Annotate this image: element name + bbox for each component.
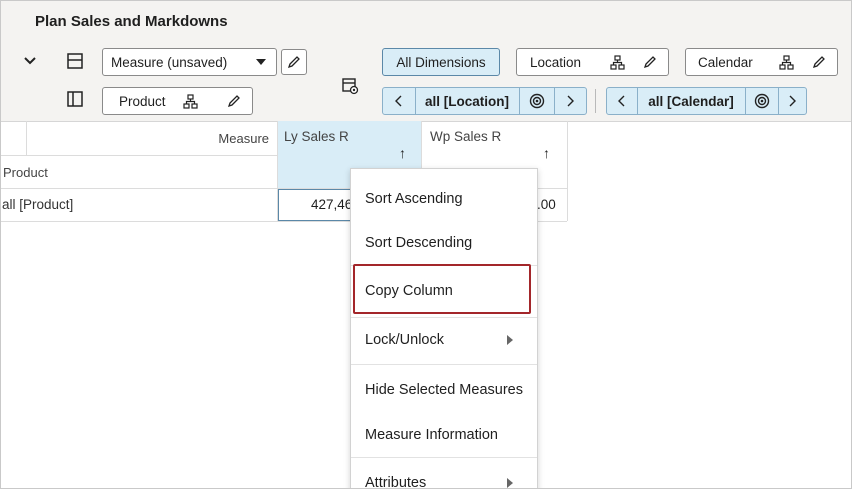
edit-pencil-icon[interactable] bbox=[643, 55, 657, 69]
menu-item-label: Measure Information bbox=[365, 427, 498, 443]
menu-item-label: Hide Selected Measures bbox=[365, 382, 523, 398]
menu-item-label: Lock/Unlock bbox=[365, 332, 444, 348]
calendar-tile-label: Calendar bbox=[698, 54, 753, 70]
pivot-toolbar: Measure (unsaved) Product All Dimensions bbox=[1, 39, 851, 122]
workspace-frame: Plan Sales and Markdowns Measure (unsave… bbox=[0, 0, 852, 489]
column-context-menu: Sort Ascending Sort Descending Copy Colu… bbox=[350, 168, 538, 489]
location-tile-label: Location bbox=[530, 54, 582, 70]
sort-arrow-icon[interactable]: ↑ bbox=[399, 145, 406, 161]
columns-layout-icon[interactable] bbox=[65, 89, 85, 109]
grid-line bbox=[1, 155, 277, 156]
menu-item-attributes[interactable]: Attributes bbox=[351, 463, 537, 489]
chevron-left-icon[interactable] bbox=[383, 88, 416, 114]
sort-arrow-icon[interactable]: ↑ bbox=[543, 145, 550, 161]
hierarchy-icon bbox=[779, 55, 794, 70]
target-icon[interactable] bbox=[519, 88, 555, 114]
menu-separator bbox=[351, 364, 537, 365]
title-bar: Plan Sales and Markdowns bbox=[1, 1, 851, 39]
calendar-navigator: all [Calendar] bbox=[606, 87, 807, 115]
grid-line bbox=[567, 121, 568, 221]
measure-selector-label: Measure (unsaved) bbox=[111, 54, 228, 70]
value-ly-sales: 427,46 bbox=[311, 197, 353, 212]
nav-divider bbox=[595, 89, 596, 113]
calendar-nav-label[interactable]: all [Calendar] bbox=[638, 88, 744, 114]
all-dimensions-label: All Dimensions bbox=[396, 54, 486, 70]
edit-pencil-icon[interactable] bbox=[812, 55, 826, 69]
caret-down-icon bbox=[256, 59, 266, 65]
location-dimension-tile[interactable]: Location bbox=[516, 48, 669, 76]
value-wp-sales[interactable]: .00 bbox=[537, 197, 556, 212]
all-dimensions-button[interactable]: All Dimensions bbox=[382, 48, 500, 76]
measure-axis-label: Measure bbox=[218, 131, 269, 146]
menu-separator bbox=[351, 317, 537, 318]
edit-pencil-icon[interactable] bbox=[227, 94, 241, 108]
menu-item-label: Sort Descending bbox=[365, 235, 473, 251]
location-nav-label[interactable]: all [Location] bbox=[416, 88, 518, 114]
hierarchy-icon bbox=[610, 55, 625, 70]
menu-item-lock-unlock[interactable]: Lock/Unlock bbox=[351, 320, 537, 360]
chevron-right-icon[interactable] bbox=[554, 88, 586, 114]
submenu-arrow-icon bbox=[507, 335, 513, 345]
product-dimension-tile[interactable]: Product bbox=[102, 87, 253, 115]
submenu-arrow-icon bbox=[507, 478, 513, 488]
product-tile-label: Product bbox=[119, 93, 166, 109]
grid-line bbox=[26, 121, 27, 155]
rows-layout-icon[interactable] bbox=[65, 51, 85, 71]
target-icon[interactable] bbox=[745, 88, 779, 114]
column-header-ly-sales[interactable]: Ly Sales R bbox=[284, 129, 349, 144]
menu-item-label: Sort Ascending bbox=[365, 191, 463, 207]
menu-item-label: Attributes bbox=[365, 475, 427, 489]
chevron-left-icon[interactable] bbox=[607, 88, 638, 114]
menu-item-measure-information[interactable]: Measure Information bbox=[351, 415, 537, 455]
menu-item-hide-selected-measures[interactable]: Hide Selected Measures bbox=[351, 370, 537, 410]
row-header-all-product[interactable]: all [Product] bbox=[2, 197, 73, 212]
chevron-right-icon[interactable] bbox=[778, 88, 806, 114]
copy-column-highlight-box bbox=[353, 264, 531, 314]
edit-pencil-icon[interactable] bbox=[281, 49, 307, 75]
calendar-dimension-tile[interactable]: Calendar bbox=[685, 48, 838, 76]
menu-item-sort-ascending[interactable]: Sort Ascending bbox=[351, 179, 537, 219]
hierarchy-icon bbox=[183, 94, 198, 109]
page-title: Plan Sales and Markdowns bbox=[35, 13, 228, 30]
chevron-down-icon[interactable] bbox=[21, 52, 39, 70]
product-axis-label: Product bbox=[3, 165, 48, 180]
measure-selector[interactable]: Measure (unsaved) bbox=[102, 48, 277, 76]
menu-item-sort-descending[interactable]: Sort Descending bbox=[351, 223, 537, 263]
location-navigator: all [Location] bbox=[382, 87, 587, 115]
table-export-icon[interactable] bbox=[339, 75, 361, 97]
menu-separator bbox=[351, 457, 537, 458]
column-header-wp-sales[interactable]: Wp Sales R bbox=[430, 129, 501, 144]
